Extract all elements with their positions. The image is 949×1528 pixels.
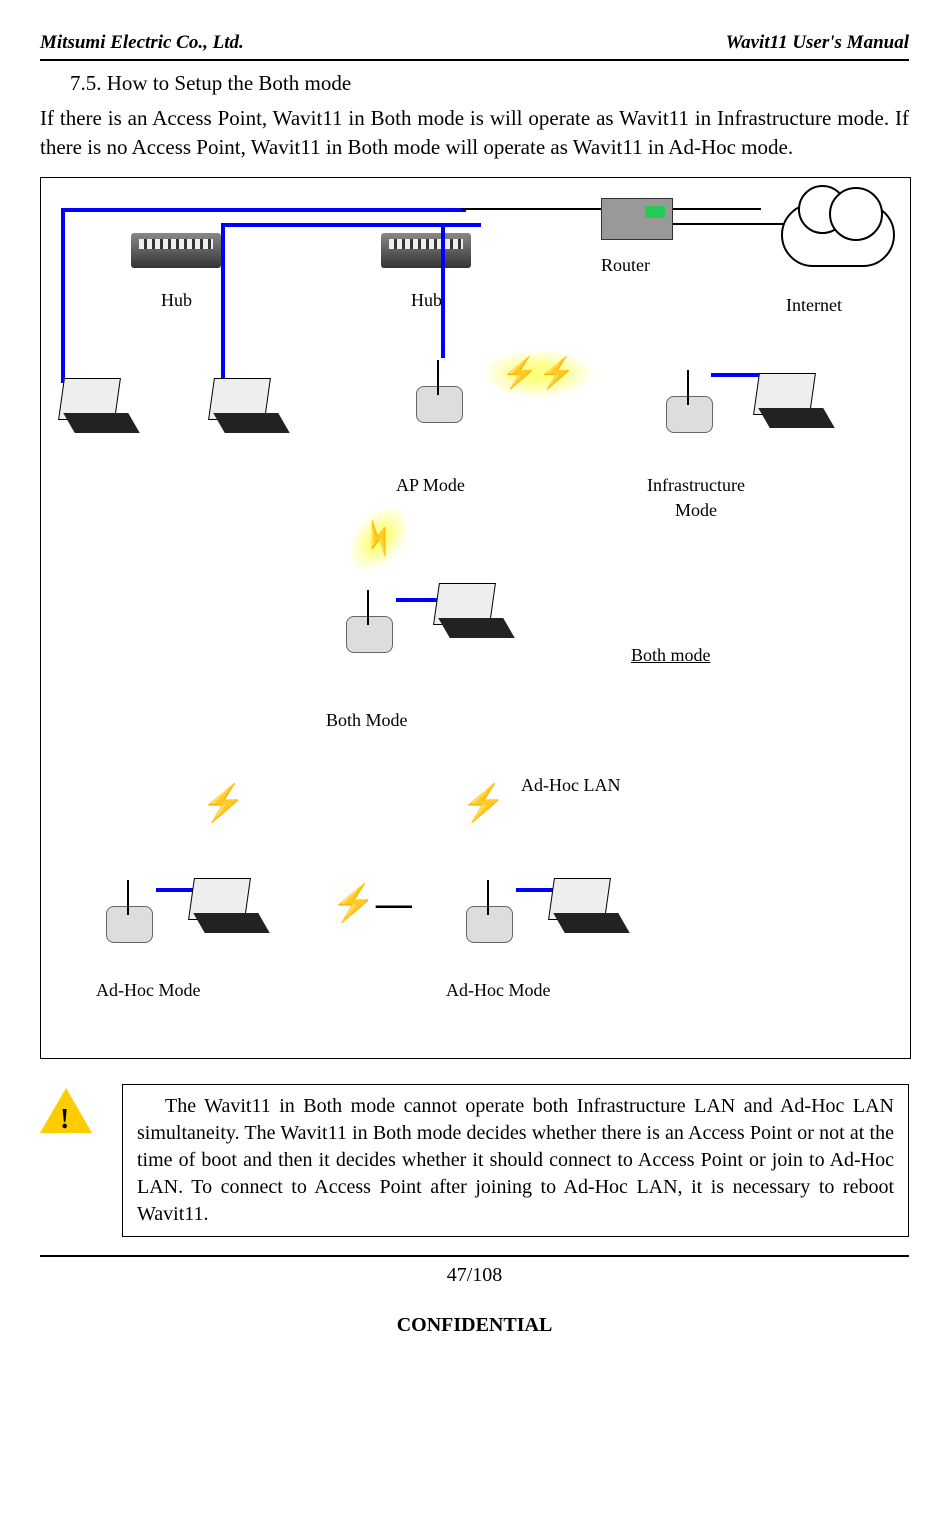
wireless-signal-icon: ⚡ xyxy=(201,778,246,828)
infra-mode-label: Infrastructure xyxy=(626,473,766,498)
wavit-icon xyxy=(661,378,721,433)
adhoc-lan-label: Ad-Hoc LAN xyxy=(521,773,620,798)
ap-mode-label: AP Mode xyxy=(396,473,465,498)
wireless-signal-icon: ⚡⚡ xyxy=(481,349,596,398)
wavit-icon xyxy=(461,888,521,943)
adhoc-mode-label-left: Ad-Hoc Mode xyxy=(96,978,200,1003)
hub-icon xyxy=(381,233,471,268)
cloud-icon xyxy=(781,203,895,267)
internet-label: Internet xyxy=(786,293,842,318)
header-right: Wavit11 User's Manual xyxy=(726,30,909,57)
page-header: Mitsumi Electric Co., Ltd. Wavit11 User'… xyxy=(40,30,909,61)
intro-paragraph: If there is an Access Point, Wavit11 in … xyxy=(40,104,909,163)
laptop-icon xyxy=(756,373,836,428)
wireless-signal-icon: ⚡ xyxy=(461,778,506,828)
laptop-icon xyxy=(436,583,516,638)
confidential-label: CONFIDENTIAL xyxy=(40,1311,909,1339)
both-mode-label: Both Mode xyxy=(326,708,408,733)
header-left: Mitsumi Electric Co., Ltd. xyxy=(40,30,244,57)
network-diagram: Hub Hub Router Internet AP Mode ⚡⚡ Infra… xyxy=(40,177,911,1059)
wireless-signal-icon: ⚡ xyxy=(336,493,423,584)
warning-text: The Wavit11 in Both mode cannot operate … xyxy=(137,1095,894,1225)
wireless-signal-icon: ⚡― xyxy=(331,878,412,928)
laptop-icon xyxy=(551,878,631,933)
wavit-icon xyxy=(101,888,161,943)
hub-label: Hub xyxy=(161,288,192,313)
adhoc-mode-label-right: Ad-Hoc Mode xyxy=(446,978,550,1003)
wavit-icon xyxy=(411,368,471,423)
section-heading: 7.5. How to Setup the Both mode xyxy=(70,69,909,98)
page-number: 47/108 xyxy=(40,1255,909,1289)
laptop-icon xyxy=(191,878,271,933)
hub-icon xyxy=(131,233,221,268)
both-mode-underline-label: Both mode xyxy=(631,643,711,668)
wavit-icon xyxy=(341,598,401,653)
warning-icon xyxy=(40,1088,92,1133)
infra-mode-label2: Mode xyxy=(626,498,766,523)
laptop-icon xyxy=(211,378,291,433)
warning-box: The Wavit11 in Both mode cannot operate … xyxy=(122,1084,909,1237)
laptop-icon xyxy=(61,378,141,433)
hub-label: Hub xyxy=(411,288,442,313)
router-label: Router xyxy=(601,253,650,278)
router-icon xyxy=(601,198,673,240)
